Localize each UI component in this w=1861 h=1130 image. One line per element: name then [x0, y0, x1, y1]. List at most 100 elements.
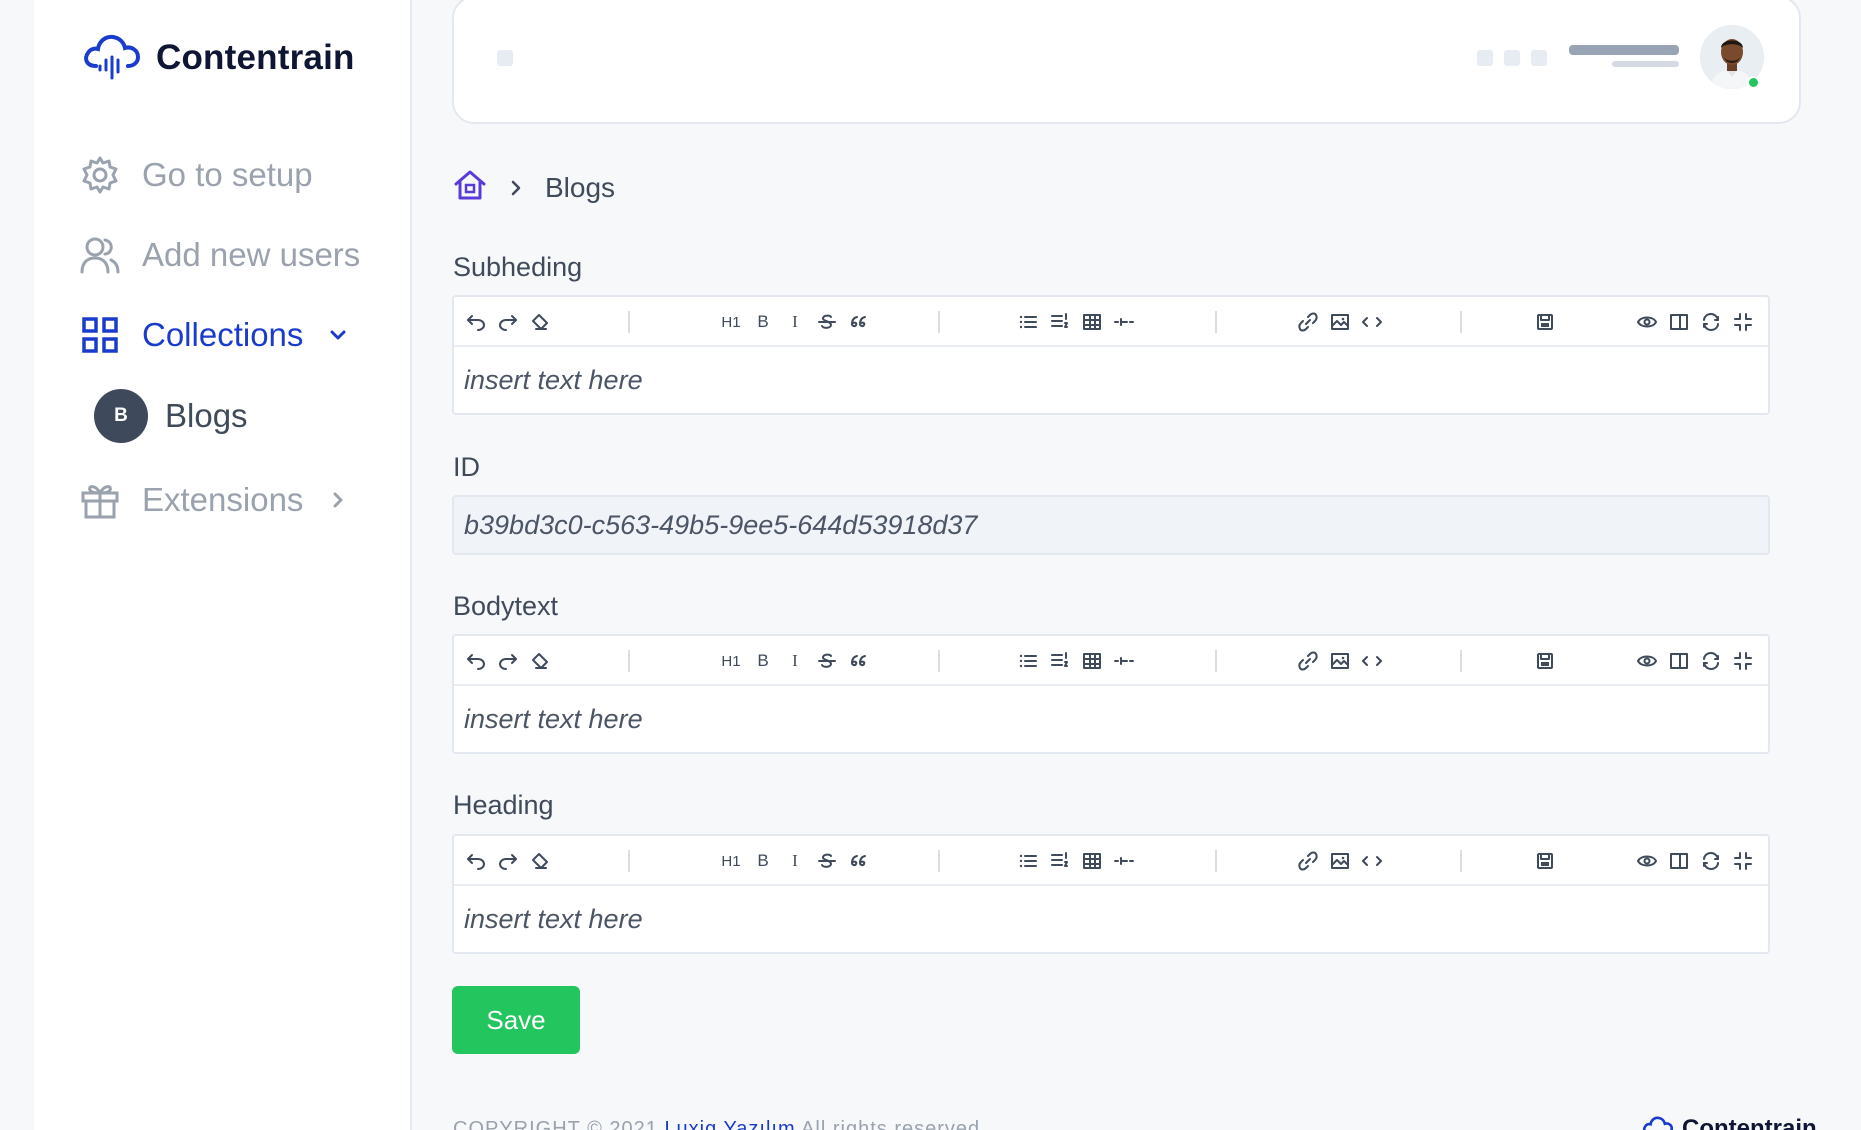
horizontal-rule-icon[interactable] — [1112, 649, 1136, 673]
save-icon[interactable] — [1533, 849, 1557, 873]
heading-icon[interactable]: H1 — [719, 310, 743, 334]
save-button[interactable]: Save — [452, 986, 580, 1054]
chevron-down-icon[interactable] — [327, 323, 351, 347]
toolbar-separator — [938, 850, 940, 872]
undo-icon[interactable] — [464, 310, 488, 334]
bold-icon[interactable]: B — [751, 310, 775, 334]
unordered-list-icon[interactable] — [1016, 849, 1040, 873]
unordered-list-icon[interactable] — [1016, 649, 1040, 673]
brand-logo[interactable]: Contentrain — [78, 30, 355, 86]
quote-icon[interactable] — [847, 649, 871, 673]
image-icon[interactable] — [1328, 649, 1352, 673]
side-by-side-icon[interactable] — [1667, 849, 1691, 873]
italic-icon[interactable]: I — [783, 649, 807, 673]
footer-text: COPYRIGHT © 2021 — [453, 1118, 665, 1130]
bold-icon[interactable]: B — [751, 849, 775, 873]
strikethrough-icon[interactable] — [815, 649, 839, 673]
fullscreen-icon[interactable] — [1731, 310, 1755, 334]
ordered-list-icon[interactable] — [1048, 310, 1072, 334]
heading-icon[interactable]: H1 — [719, 649, 743, 673]
id-field[interactable]: b39bd3c0-c563-49b5-9ee5-644d53918d37 — [452, 495, 1770, 555]
editor-toolbar: H1 B I — [454, 636, 1768, 686]
clear-format-icon[interactable] — [528, 849, 552, 873]
link-icon[interactable] — [1296, 310, 1320, 334]
link-icon[interactable] — [1296, 649, 1320, 673]
clear-format-icon[interactable] — [528, 310, 552, 334]
quote-icon[interactable] — [847, 849, 871, 873]
clear-format-icon[interactable] — [528, 649, 552, 673]
redo-icon[interactable] — [496, 649, 520, 673]
sidebar-item-extensions[interactable]: Extensions — [78, 473, 351, 527]
gear-icon — [78, 153, 122, 197]
preview-icon[interactable] — [1635, 649, 1659, 673]
italic-icon[interactable]: I — [783, 310, 807, 334]
sync-scroll-icon[interactable] — [1699, 849, 1723, 873]
sync-scroll-icon[interactable] — [1699, 310, 1723, 334]
table-icon[interactable] — [1080, 310, 1104, 334]
horizontal-rule-icon[interactable] — [1112, 310, 1136, 334]
users-icon — [78, 233, 122, 277]
toolbar-separator — [938, 311, 940, 333]
sidebar-item-collections[interactable]: Collections — [78, 308, 351, 362]
toolbar-separator — [1460, 850, 1462, 872]
link-icon[interactable] — [1296, 849, 1320, 873]
horizontal-rule-icon[interactable] — [1112, 849, 1136, 873]
ordered-list-icon[interactable] — [1048, 649, 1072, 673]
fullscreen-icon[interactable] — [1731, 849, 1755, 873]
italic-icon[interactable]: I — [783, 849, 807, 873]
sidebar-item-label: Collections — [142, 316, 304, 353]
strikethrough-icon[interactable] — [815, 849, 839, 873]
code-icon[interactable] — [1360, 310, 1384, 334]
undo-icon[interactable] — [464, 849, 488, 873]
code-icon[interactable] — [1360, 649, 1384, 673]
sync-scroll-icon[interactable] — [1699, 649, 1723, 673]
save-icon[interactable] — [1533, 649, 1557, 673]
chevron-right-icon[interactable] — [327, 488, 351, 512]
heading-input[interactable]: insert text here — [454, 886, 1768, 952]
menu-placeholder-icon[interactable] — [497, 50, 513, 66]
bodytext-input[interactable]: insert text here — [454, 686, 1768, 752]
toolbar-separator — [628, 850, 630, 872]
undo-icon[interactable] — [464, 649, 488, 673]
heading-editor: H1 B I insert text here — [452, 834, 1770, 954]
side-by-side-icon[interactable] — [1667, 649, 1691, 673]
image-icon[interactable] — [1328, 310, 1352, 334]
image-icon[interactable] — [1328, 849, 1352, 873]
id-label: ID — [453, 452, 480, 482]
breadcrumb: Blogs — [453, 168, 615, 207]
toolbar-separator — [1215, 311, 1217, 333]
sidebar-subitem-label: Blogs — [165, 397, 248, 434]
preview-icon[interactable] — [1635, 310, 1659, 334]
placeholder-icon[interactable] — [1504, 50, 1520, 66]
placeholder-icon[interactable] — [1531, 50, 1547, 66]
redo-icon[interactable] — [496, 849, 520, 873]
code-icon[interactable] — [1360, 849, 1384, 873]
bodytext-editor: H1 B I insert text here — [452, 634, 1770, 754]
table-icon[interactable] — [1080, 849, 1104, 873]
subheading-input[interactable]: insert text here — [454, 347, 1768, 413]
sidebar-item-label: Add new users — [142, 236, 361, 273]
strikethrough-icon[interactable] — [815, 310, 839, 334]
home-icon[interactable] — [453, 168, 487, 207]
editor-toolbar: H1 B I — [454, 297, 1768, 347]
fullscreen-icon[interactable] — [1731, 649, 1755, 673]
ordered-list-icon[interactable] — [1048, 849, 1072, 873]
save-icon[interactable] — [1533, 310, 1557, 334]
subheading-label: Subheding — [453, 252, 583, 282]
sidebar-subitem-blogs[interactable]: B Blogs — [94, 389, 248, 443]
heading-icon[interactable]: H1 — [719, 849, 743, 873]
sidebar-item-go-to-setup[interactable]: Go to setup — [78, 148, 313, 202]
bold-icon[interactable]: B — [751, 649, 775, 673]
unordered-list-icon[interactable] — [1016, 310, 1040, 334]
breadcrumb-current: Blogs — [545, 171, 616, 203]
placeholder-icon[interactable] — [1477, 50, 1493, 66]
toolbar-separator — [938, 650, 940, 672]
quote-icon[interactable] — [847, 310, 871, 334]
footer-company-link[interactable]: Luxiq Yazılım — [664, 1118, 795, 1130]
user-role-placeholder — [1612, 61, 1679, 67]
preview-icon[interactable] — [1635, 849, 1659, 873]
redo-icon[interactable] — [496, 310, 520, 334]
sidebar-item-add-new-users[interactable]: Add new users — [78, 228, 360, 282]
table-icon[interactable] — [1080, 649, 1104, 673]
side-by-side-icon[interactable] — [1667, 310, 1691, 334]
